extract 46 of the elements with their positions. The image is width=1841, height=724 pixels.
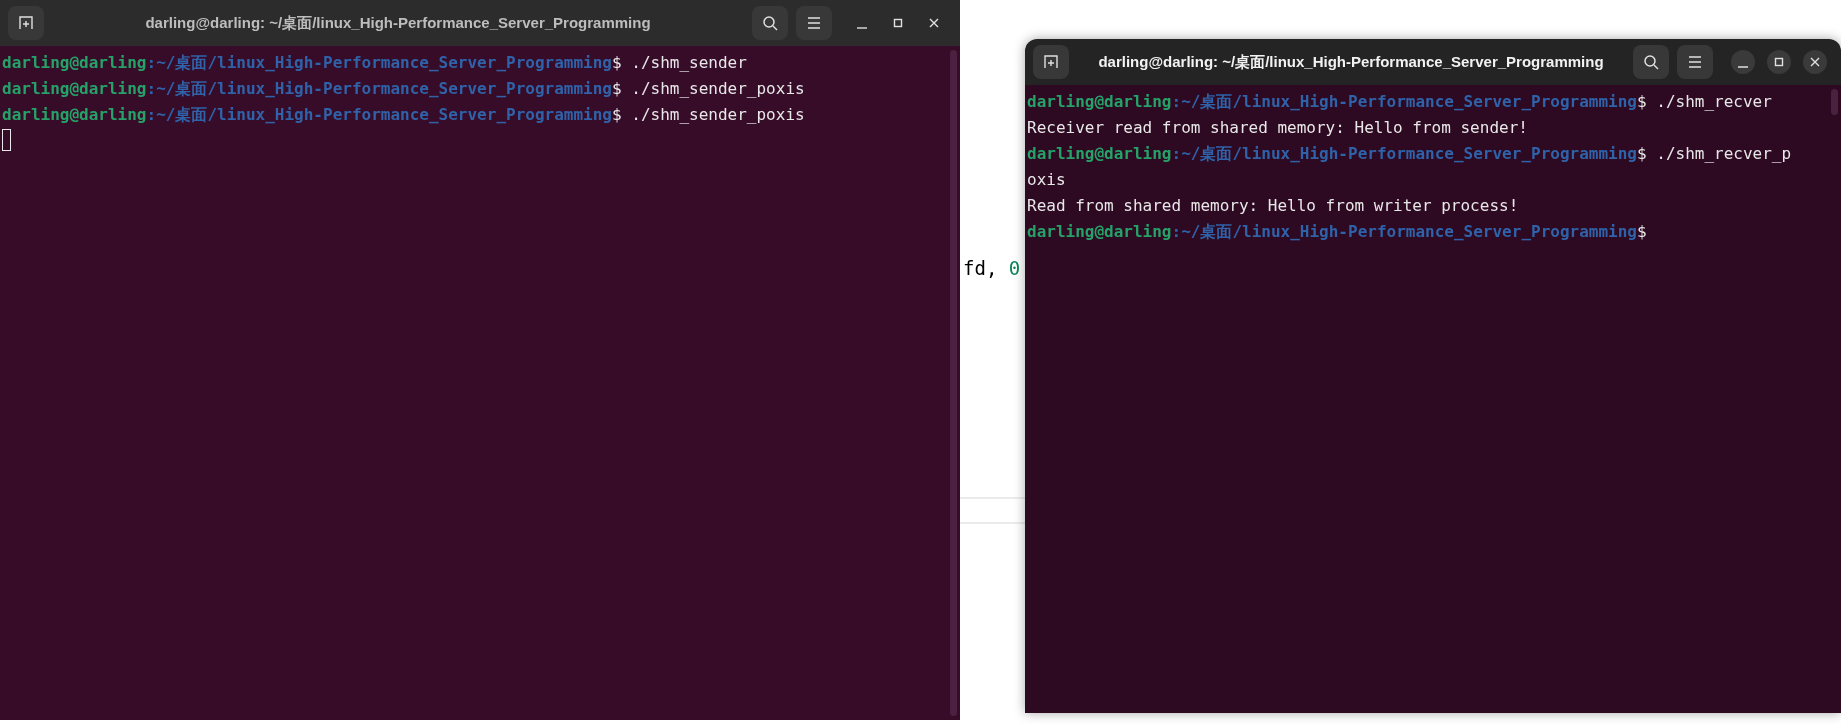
- terminal-text: $ ./shm_recver: [1637, 91, 1772, 113]
- prompt-path: :~/桌面/linux_High-Performance_Server_Programming: [1171, 221, 1637, 243]
- prompt-path: :~/桌面/linux_High-Performance_Server_Programming: [146, 104, 612, 126]
- window-title: darling@darling: ~/桌面/linux_High-Performance_Server_Programming: [145, 12, 651, 33]
- minimize-icon: [1738, 66, 1748, 68]
- prompt-path: :~/桌面/linux_High-Performance_Server_Programming: [146, 52, 612, 74]
- new-tab-button[interactable]: [8, 6, 44, 40]
- terminal-text: $: [1637, 221, 1647, 243]
- prompt-user: darling@darling: [1027, 221, 1172, 243]
- terminal-text: $ ./shm_recver_p: [1637, 143, 1792, 165]
- prompt-path: :~/桌面/linux_High-Performance_Server_Programming: [1171, 143, 1637, 165]
- prompt-user: darling@darling: [2, 78, 147, 100]
- prompt-user: darling@darling: [2, 52, 147, 74]
- prompt-path: :~/桌面/linux_High-Performance_Server_Programming: [146, 78, 612, 100]
- menu-button[interactable]: [796, 6, 832, 40]
- prompt-user: darling@darling: [1027, 91, 1172, 113]
- search-button[interactable]: [1633, 45, 1669, 79]
- prompt-user: darling@darling: [1027, 143, 1172, 165]
- new-tab-icon: [18, 15, 34, 31]
- terminal-text: Receiver read from shared memory: Hello from sender!: [1027, 117, 1528, 139]
- search-icon: [1643, 54, 1659, 70]
- maximize-icon: [893, 18, 903, 28]
- maximize-button[interactable]: [1767, 50, 1791, 74]
- minimize-icon: [857, 27, 867, 29]
- terminal-text: $ ./shm_sender: [612, 52, 747, 74]
- close-button[interactable]: [1803, 50, 1827, 74]
- terminal-text: Read from shared memory: Hello from writer process!: [1027, 195, 1519, 217]
- prompt-user: darling@darling: [2, 104, 147, 126]
- close-icon: [1810, 57, 1820, 67]
- minimize-button[interactable]: [1731, 50, 1755, 74]
- terminal-text: $ ./shm_sender_poxis: [612, 78, 805, 100]
- prompt-path: :~/桌面/linux_High-Performance_Server_Programming: [1171, 91, 1637, 113]
- new-tab-icon: [1043, 54, 1059, 70]
- search-button[interactable]: [752, 6, 788, 40]
- close-icon: [929, 18, 939, 28]
- menu-button[interactable]: [1677, 45, 1713, 79]
- terminal-text: oxis: [1027, 169, 1066, 191]
- new-tab-button[interactable]: [1033, 45, 1069, 79]
- search-icon: [762, 15, 778, 31]
- maximize-icon: [1774, 57, 1784, 67]
- menu-icon: [1688, 56, 1702, 68]
- menu-icon: [807, 17, 821, 29]
- code-text: fd, 0: [963, 256, 1021, 281]
- window-title: darling@darling: ~/桌面/linux_High-Performance_Server_Programming: [1098, 51, 1604, 72]
- terminal-text: $ ./shm_sender_poxis: [612, 104, 805, 126]
- scrollbar: [1831, 89, 1838, 115]
